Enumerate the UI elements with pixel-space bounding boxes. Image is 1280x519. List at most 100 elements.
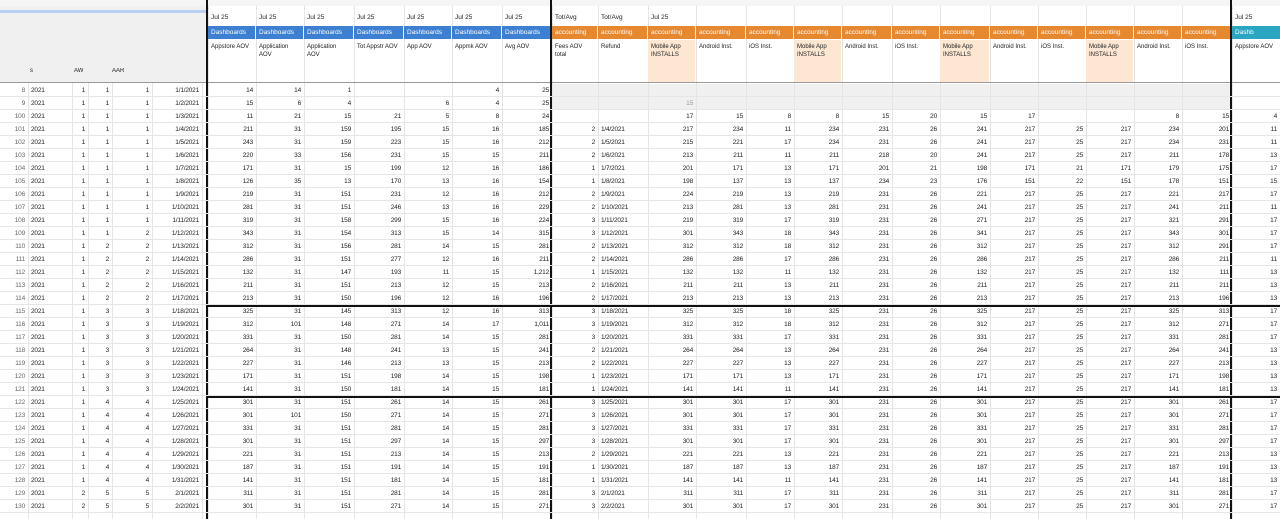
data-cell[interactable]: 132 xyxy=(696,266,746,279)
data-cell[interactable]: 1/31/2021 xyxy=(598,474,648,487)
data-cell[interactable]: 31 xyxy=(256,331,304,344)
data-cell[interactable]: 17 xyxy=(1232,500,1280,513)
data-cell[interactable]: 16 xyxy=(452,253,502,266)
data-cell[interactable]: 31 xyxy=(256,214,304,227)
data-cell[interactable]: 1/10/2021 xyxy=(598,201,648,214)
data-cell[interactable]: 1/9/2021 xyxy=(598,188,648,201)
data-cell[interactable]: 3 xyxy=(552,487,598,500)
data-cell[interactable]: 231 xyxy=(842,279,892,292)
row-b[interactable]: 4 xyxy=(88,396,112,409)
row-b[interactable]: 4 xyxy=(88,422,112,435)
data-cell[interactable]: 231 xyxy=(842,487,892,500)
data-cell[interactable]: 15 xyxy=(1232,175,1280,188)
data-cell[interactable]: 217 xyxy=(1086,409,1134,422)
column-header[interactable]: App AOV xyxy=(404,40,451,82)
data-cell[interactable]: 243 xyxy=(208,136,256,149)
row-id[interactable]: 108 xyxy=(0,214,28,227)
data-cell[interactable]: 217 xyxy=(1086,240,1134,253)
row-d[interactable]: 1/8/2021 xyxy=(152,175,202,188)
data-cell[interactable]: 15 xyxy=(842,110,892,123)
data-cell[interactable]: 13 xyxy=(746,201,794,214)
data-cell[interactable]: 234 xyxy=(794,123,842,136)
data-cell[interactable]: 231 xyxy=(842,461,892,474)
column-header[interactable]: Application AOV xyxy=(256,40,303,82)
data-cell[interactable]: 1/6/2021 xyxy=(598,149,648,162)
data-cell[interactable]: 211 xyxy=(1134,149,1182,162)
data-cell[interactable]: 17 xyxy=(452,318,502,331)
row-b[interactable]: 4 xyxy=(88,409,112,422)
data-cell[interactable]: 151 xyxy=(304,201,354,214)
data-cell[interactable]: 181 xyxy=(1182,474,1232,487)
data-cell[interactable]: 101 xyxy=(256,409,304,422)
data-cell[interactable]: 151 xyxy=(304,474,354,487)
data-cell[interactable]: 195 xyxy=(354,123,404,136)
data-cell[interactable]: 17 xyxy=(990,110,1038,123)
data-cell[interactable]: 25 xyxy=(1038,383,1086,396)
data-cell[interactable]: 17 xyxy=(1232,435,1280,448)
data-cell[interactable]: 231 xyxy=(354,149,404,162)
data-cell[interactable]: 14 xyxy=(404,435,452,448)
data-cell[interactable]: 227 xyxy=(940,357,990,370)
data-cell[interactable]: 13 xyxy=(1232,357,1280,370)
data-cell[interactable]: 231 xyxy=(842,136,892,149)
row-d[interactable]: 1/10/2021 xyxy=(152,201,202,214)
data-cell[interactable]: 31 xyxy=(256,227,304,240)
data-cell[interactable]: 22 xyxy=(1038,175,1086,188)
data-cell[interactable]: 264 xyxy=(208,344,256,357)
data-cell[interactable]: 217 xyxy=(648,123,696,136)
row-b[interactable]: 1 xyxy=(88,227,112,240)
data-cell[interactable]: 14 xyxy=(404,487,452,500)
data-cell[interactable]: 312 xyxy=(1134,318,1182,331)
row-a[interactable]: 2 xyxy=(72,487,88,500)
data-cell[interactable]: 331 xyxy=(208,422,256,435)
data-cell[interactable]: 1/28/2021 xyxy=(598,435,648,448)
data-cell[interactable]: 271 xyxy=(354,500,404,513)
data-cell[interactable]: 331 xyxy=(696,422,746,435)
data-cell[interactable]: 17 xyxy=(1232,240,1280,253)
data-cell[interactable]: 25 xyxy=(1038,487,1086,500)
data-cell[interactable]: 217 xyxy=(990,240,1038,253)
row-a[interactable]: 1 xyxy=(72,409,88,422)
data-cell[interactable]: 15 xyxy=(940,110,990,123)
data-cell[interactable]: 281 xyxy=(696,201,746,214)
data-cell[interactable]: 1/27/2021 xyxy=(598,422,648,435)
data-cell[interactable]: 231 xyxy=(842,123,892,136)
data-cell[interactable]: 187 xyxy=(1134,461,1182,474)
data-cell[interactable]: 14 xyxy=(404,383,452,396)
data-cell[interactable]: 13 xyxy=(1232,383,1280,396)
data-cell[interactable]: 1 xyxy=(552,461,598,474)
data-cell[interactable]: 301 xyxy=(1134,435,1182,448)
data-cell[interactable]: 1/11/2021 xyxy=(598,214,648,227)
data-cell[interactable]: 331 xyxy=(696,331,746,344)
data-cell[interactable]: 217 xyxy=(1086,149,1134,162)
data-cell[interactable]: 281 xyxy=(1182,487,1232,500)
data-cell[interactable]: 311 xyxy=(208,487,256,500)
data-cell[interactable]: 1 xyxy=(552,266,598,279)
data-cell[interactable]: 217 xyxy=(990,188,1038,201)
data-cell[interactable]: 217 xyxy=(990,487,1038,500)
row-b[interactable]: 3 xyxy=(88,383,112,396)
data-cell[interactable]: 141 xyxy=(696,383,746,396)
data-cell[interactable]: 217 xyxy=(990,500,1038,513)
row-c[interactable]: 1 xyxy=(112,97,152,110)
data-cell[interactable]: 17 xyxy=(1232,331,1280,344)
data-cell[interactable]: 301 xyxy=(1182,227,1232,240)
data-cell[interactable] xyxy=(598,110,648,123)
data-cell[interactable]: 221 xyxy=(940,188,990,201)
data-cell[interactable]: 11 xyxy=(746,123,794,136)
data-cell[interactable]: 186 xyxy=(502,162,552,175)
data-cell[interactable]: 234 xyxy=(696,123,746,136)
data-cell[interactable]: 25 xyxy=(1038,149,1086,162)
data-cell[interactable]: 25 xyxy=(1038,474,1086,487)
row-id[interactable]: 9 xyxy=(0,97,28,110)
row-id[interactable]: 124 xyxy=(0,422,28,435)
data-cell[interactable]: 31 xyxy=(256,474,304,487)
data-cell[interactable]: 31 xyxy=(256,279,304,292)
row-yr[interactable]: 2021 xyxy=(28,370,72,383)
data-cell[interactable]: 13 xyxy=(746,175,794,188)
data-cell[interactable]: 13 xyxy=(1232,461,1280,474)
row-a[interactable]: 1 xyxy=(72,214,88,227)
data-cell[interactable]: 15 xyxy=(404,136,452,149)
data-cell[interactable]: 15 xyxy=(404,227,452,240)
data-cell[interactable]: 227 xyxy=(794,357,842,370)
